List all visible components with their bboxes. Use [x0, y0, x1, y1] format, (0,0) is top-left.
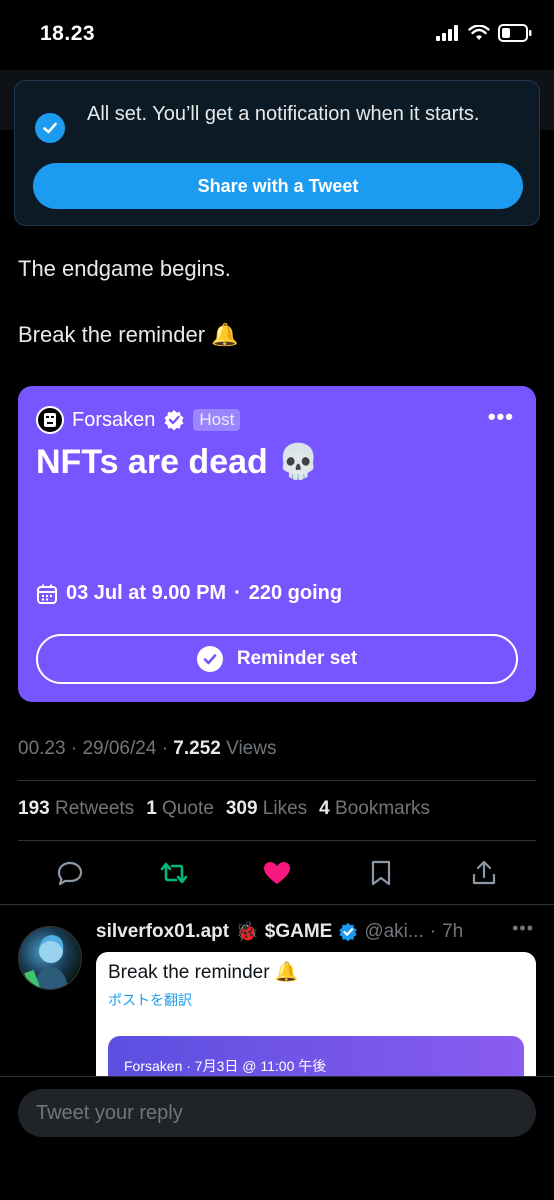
host-row: Forsaken Host: [36, 406, 241, 434]
reply-compose-bar: [0, 1076, 554, 1200]
tweet-action-bar: [18, 850, 536, 896]
more-options-icon[interactable]: •••: [488, 404, 514, 430]
translate-link: ポストを翻訳: [108, 992, 192, 1008]
reply-time: 7h: [442, 921, 464, 942]
bookmark-icon[interactable]: [365, 857, 397, 889]
battery-icon: [498, 24, 532, 42]
likes-label: Likes: [262, 798, 308, 819]
tweet-timestamp: 00.23 · 29/06/24 · 7.252 Views: [18, 738, 276, 760]
reply-author-tag: $GAME: [264, 921, 333, 942]
avatar[interactable]: [18, 926, 82, 990]
verified-icon: [164, 410, 184, 431]
notification-toast: All set. You’ll get a notification when …: [14, 80, 540, 226]
retweets-label: Retweets: [54, 798, 135, 819]
space-going: 220 going: [248, 582, 343, 604]
wifi-icon: [468, 25, 490, 40]
bookmarks-stat[interactable]: 4 Bookmarks: [319, 798, 430, 820]
share-with-tweet-button[interactable]: Share with a Tweet: [33, 163, 523, 209]
timestamp-separator: ·: [161, 738, 169, 759]
reply-image[interactable]: Break the reminder 🔔 ポストを翻訳 Forsaken · 7…: [96, 952, 536, 1092]
space-meta: 03 Jul at 9.00 PM · 220 going: [36, 582, 342, 605]
tweet-text-line-1: The endgame begins.: [18, 256, 231, 281]
status-time: 18.23: [40, 22, 96, 45]
likes-count: 309: [225, 798, 258, 819]
timestamp-separator: ·: [70, 738, 78, 759]
quotes-label: Quote: [162, 798, 214, 819]
space-meta-separator: ·: [234, 582, 241, 604]
reply-separator: ·: [429, 921, 437, 942]
check-circle-icon: [35, 113, 65, 143]
reply-handle: @aki...: [364, 921, 424, 942]
reminder-label: Reminder set: [236, 648, 358, 669]
space-title: NFTs are dead 💀: [36, 443, 320, 481]
host-badge: Host: [193, 409, 241, 431]
divider: [0, 904, 554, 905]
like-heart-icon[interactable]: [261, 857, 293, 889]
divider: [18, 780, 536, 781]
reply-tweet[interactable]: silverfox01.apt 🐞 $GAME @aki... · 7h •••…: [0, 908, 554, 1092]
reply-input[interactable]: [18, 1089, 536, 1137]
quotes-stat[interactable]: 1 Quote: [146, 798, 214, 820]
bookmarks-label: Bookmarks: [335, 798, 431, 819]
views-count: 7.252: [173, 738, 221, 759]
ladybug-emoji: 🐞: [235, 922, 259, 943]
embedded-space-host: Forsaken · 7月3日 @ 11:00 午後: [124, 1058, 327, 1074]
toast-message: All set. You’ll get a notification when …: [87, 103, 480, 125]
status-icons: [436, 24, 532, 42]
engagement-stats: 193 Retweets 1 Quote 309 Likes 4 Bookmar…: [18, 798, 430, 820]
verified-icon: [339, 922, 357, 942]
tweet-text-line-2: Break the reminder 🔔: [18, 322, 239, 347]
host-avatar: [36, 406, 64, 434]
share-icon[interactable]: [468, 857, 500, 889]
host-avatar-icon: [44, 413, 56, 427]
retweets-stat[interactable]: 193 Retweets: [18, 798, 134, 820]
more-options-icon[interactable]: •••: [512, 918, 534, 939]
quotes-count: 1: [146, 798, 157, 819]
divider: [18, 840, 536, 841]
bookmarks-count: 4: [319, 798, 330, 819]
views-label: Views: [226, 738, 277, 759]
reply-icon[interactable]: [54, 857, 86, 889]
status-bar: 18.23: [0, 0, 554, 70]
likes-stat[interactable]: 309 Likes: [226, 798, 307, 820]
space-card[interactable]: Forsaken Host ••• NFTs are dead 💀 03 Jul…: [18, 386, 536, 702]
space-date: 03 Jul at 9.00 PM: [66, 582, 227, 604]
retweets-count: 193: [18, 798, 50, 819]
tweet-date: 29/06/24: [82, 738, 157, 759]
retweet-icon[interactable]: [158, 857, 190, 889]
signal-icon: [436, 25, 458, 41]
reminder-set-button[interactable]: Reminder set: [36, 634, 518, 684]
reply-author-name[interactable]: silverfox01.apt: [96, 921, 229, 943]
host-name: Forsaken: [72, 408, 156, 431]
reply-header: silverfox01.apt 🐞 $GAME @aki... · 7h: [96, 920, 463, 944]
tweet-time: 00.23: [18, 738, 66, 759]
calendar-icon: [37, 584, 57, 604]
check-circle-icon: [196, 646, 223, 672]
reply-image-text: Break the reminder 🔔: [108, 962, 299, 983]
